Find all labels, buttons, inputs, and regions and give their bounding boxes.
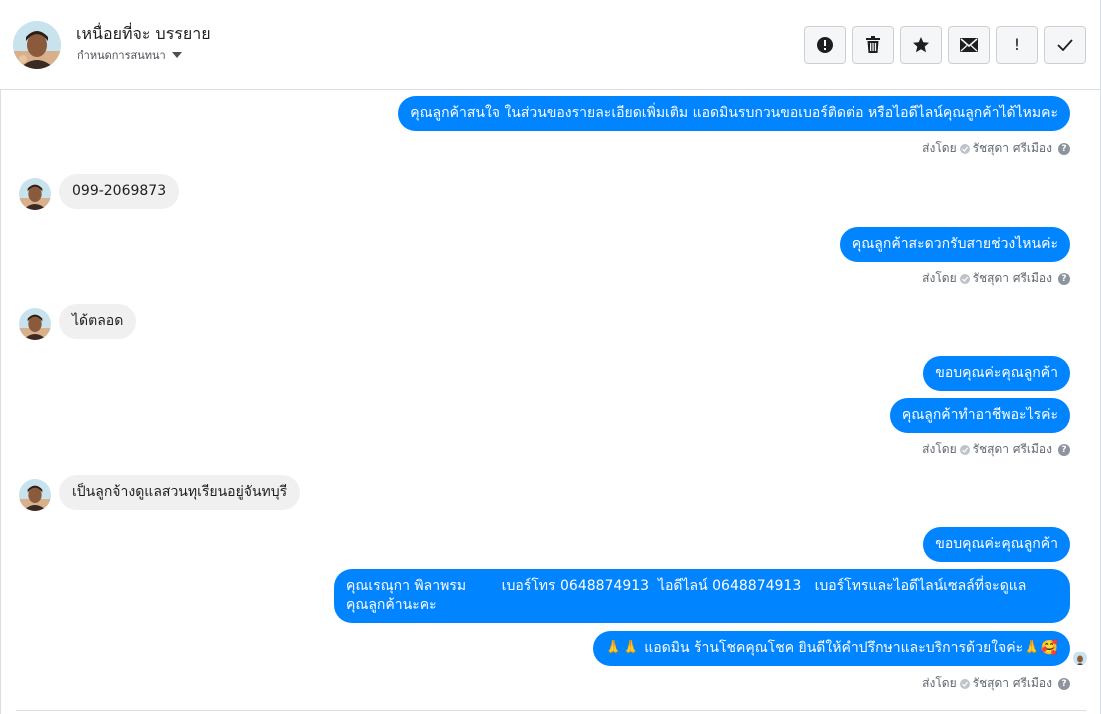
- exclamation-icon: !: [1013, 35, 1021, 54]
- verified-check-icon: [959, 143, 970, 154]
- help-icon[interactable]: ?: [1058, 443, 1070, 456]
- sent-by-info: ส่งโดย รัชสุดา ศรีเมือง ?: [922, 269, 1070, 288]
- sent-by-label: ส่งโดย: [922, 271, 957, 285]
- checkmark-icon: [1057, 39, 1073, 51]
- pray-smile-emoji-icon: 🙏🥰: [1023, 640, 1058, 656]
- sent-by-label: ส่งโดย: [922, 442, 957, 456]
- message-line: คุณลูกค้านะคะ: [346, 597, 437, 613]
- conversation-schedule-dropdown[interactable]: กำหนดการสนทนา: [77, 46, 182, 64]
- toolbar: !: [804, 26, 1086, 64]
- outgoing-message[interactable]: คุณลูกค้าสะดวกรับสายช่วงไหนค่ะ: [839, 227, 1070, 262]
- outgoing-message[interactable]: 🙏🙏 แอดมิน ร้านโชคคุณโชค ยินดีให้คำปรึกษา…: [592, 631, 1070, 666]
- composer-divider: [16, 710, 1086, 711]
- sent-by-label: ส่งโดย: [922, 141, 957, 155]
- contact-name: เหนื่อยที่จะ บรรยาย: [76, 24, 211, 43]
- help-icon[interactable]: ?: [1058, 677, 1070, 690]
- verified-check-icon: [959, 444, 970, 455]
- envelope-icon: [960, 38, 978, 52]
- delete-button[interactable]: [852, 26, 894, 64]
- agent-name[interactable]: รัชสุดา ศรีเมือง: [973, 139, 1052, 158]
- alert-circle-icon: [817, 37, 833, 53]
- avatar[interactable]: [19, 308, 51, 340]
- outgoing-message[interactable]: ขอบคุณค่ะคุณลูกค้า: [923, 527, 1070, 562]
- message-line: คุณเรณุกา พิลาพรม เบอร์โทร 0648874913 ไอ…: [346, 578, 1027, 594]
- follow-up-button[interactable]: !: [996, 26, 1038, 64]
- agent-name[interactable]: รัชสุดา ศรีเมือง: [973, 440, 1052, 459]
- help-icon[interactable]: ?: [1058, 272, 1070, 285]
- avatar[interactable]: [19, 178, 51, 210]
- outgoing-message[interactable]: คุณลูกค้าสนใจ ในส่วนของรายละเอียดเพิ่มเต…: [398, 96, 1070, 131]
- sent-by-label: ส่งโดย: [922, 676, 957, 690]
- incoming-message[interactable]: 099-2069873: [59, 174, 180, 209]
- agent-name[interactable]: รัชสุดา ศรีเมือง: [973, 269, 1052, 288]
- incoming-message[interactable]: เป็นลูกจ้างดูแลสวนทุเรียนอยู่จันทบุรี: [59, 475, 301, 510]
- star-icon: [913, 37, 929, 53]
- star-button[interactable]: [900, 26, 942, 64]
- verified-check-icon: [959, 273, 970, 284]
- outgoing-message[interactable]: คุณลูกค้าทำอาชีพอะไรค่ะ: [889, 398, 1070, 433]
- sent-by-info: ส่งโดย รัชสุดา ศรีเมือง ?: [922, 674, 1070, 693]
- verified-check-icon: [959, 678, 970, 689]
- mark-spam-button[interactable]: [804, 26, 846, 64]
- trash-icon: [866, 36, 880, 53]
- conversation-header: เหนื่อยที่จะ บรรยาย กำหนดการสนทนา !: [0, 0, 1100, 90]
- avatar[interactable]: [19, 479, 51, 511]
- seen-indicator-avatar: [1073, 651, 1087, 665]
- caret-down-icon: [171, 52, 182, 58]
- agent-name[interactable]: รัชสุดา ศรีเมือง: [973, 674, 1052, 693]
- sent-by-info: ส่งโดย รัชสุดา ศรีเมือง ?: [922, 440, 1070, 459]
- outgoing-message[interactable]: คุณเรณุกา พิลาพรม เบอร์โทร 0648874913 ไอ…: [334, 569, 1070, 623]
- outgoing-message[interactable]: ขอบคุณค่ะคุณลูกค้า: [923, 356, 1070, 391]
- incoming-message[interactable]: ได้ตลอด: [59, 304, 137, 339]
- help-icon[interactable]: ?: [1058, 142, 1070, 155]
- mark-unread-button[interactable]: [948, 26, 990, 64]
- avatar[interactable]: [13, 21, 61, 69]
- mark-done-button[interactable]: [1044, 26, 1086, 64]
- sent-by-info: ส่งโดย รัชสุดา ศรีเมือง ?: [922, 139, 1070, 158]
- message-text: แอดมิน ร้านโชคคุณโชค ยินดีให้คำปรึกษาและ…: [644, 640, 1024, 656]
- pray-emoji-icon: 🙏🙏: [604, 640, 640, 656]
- schedule-label: กำหนดการสนทนา: [77, 49, 166, 62]
